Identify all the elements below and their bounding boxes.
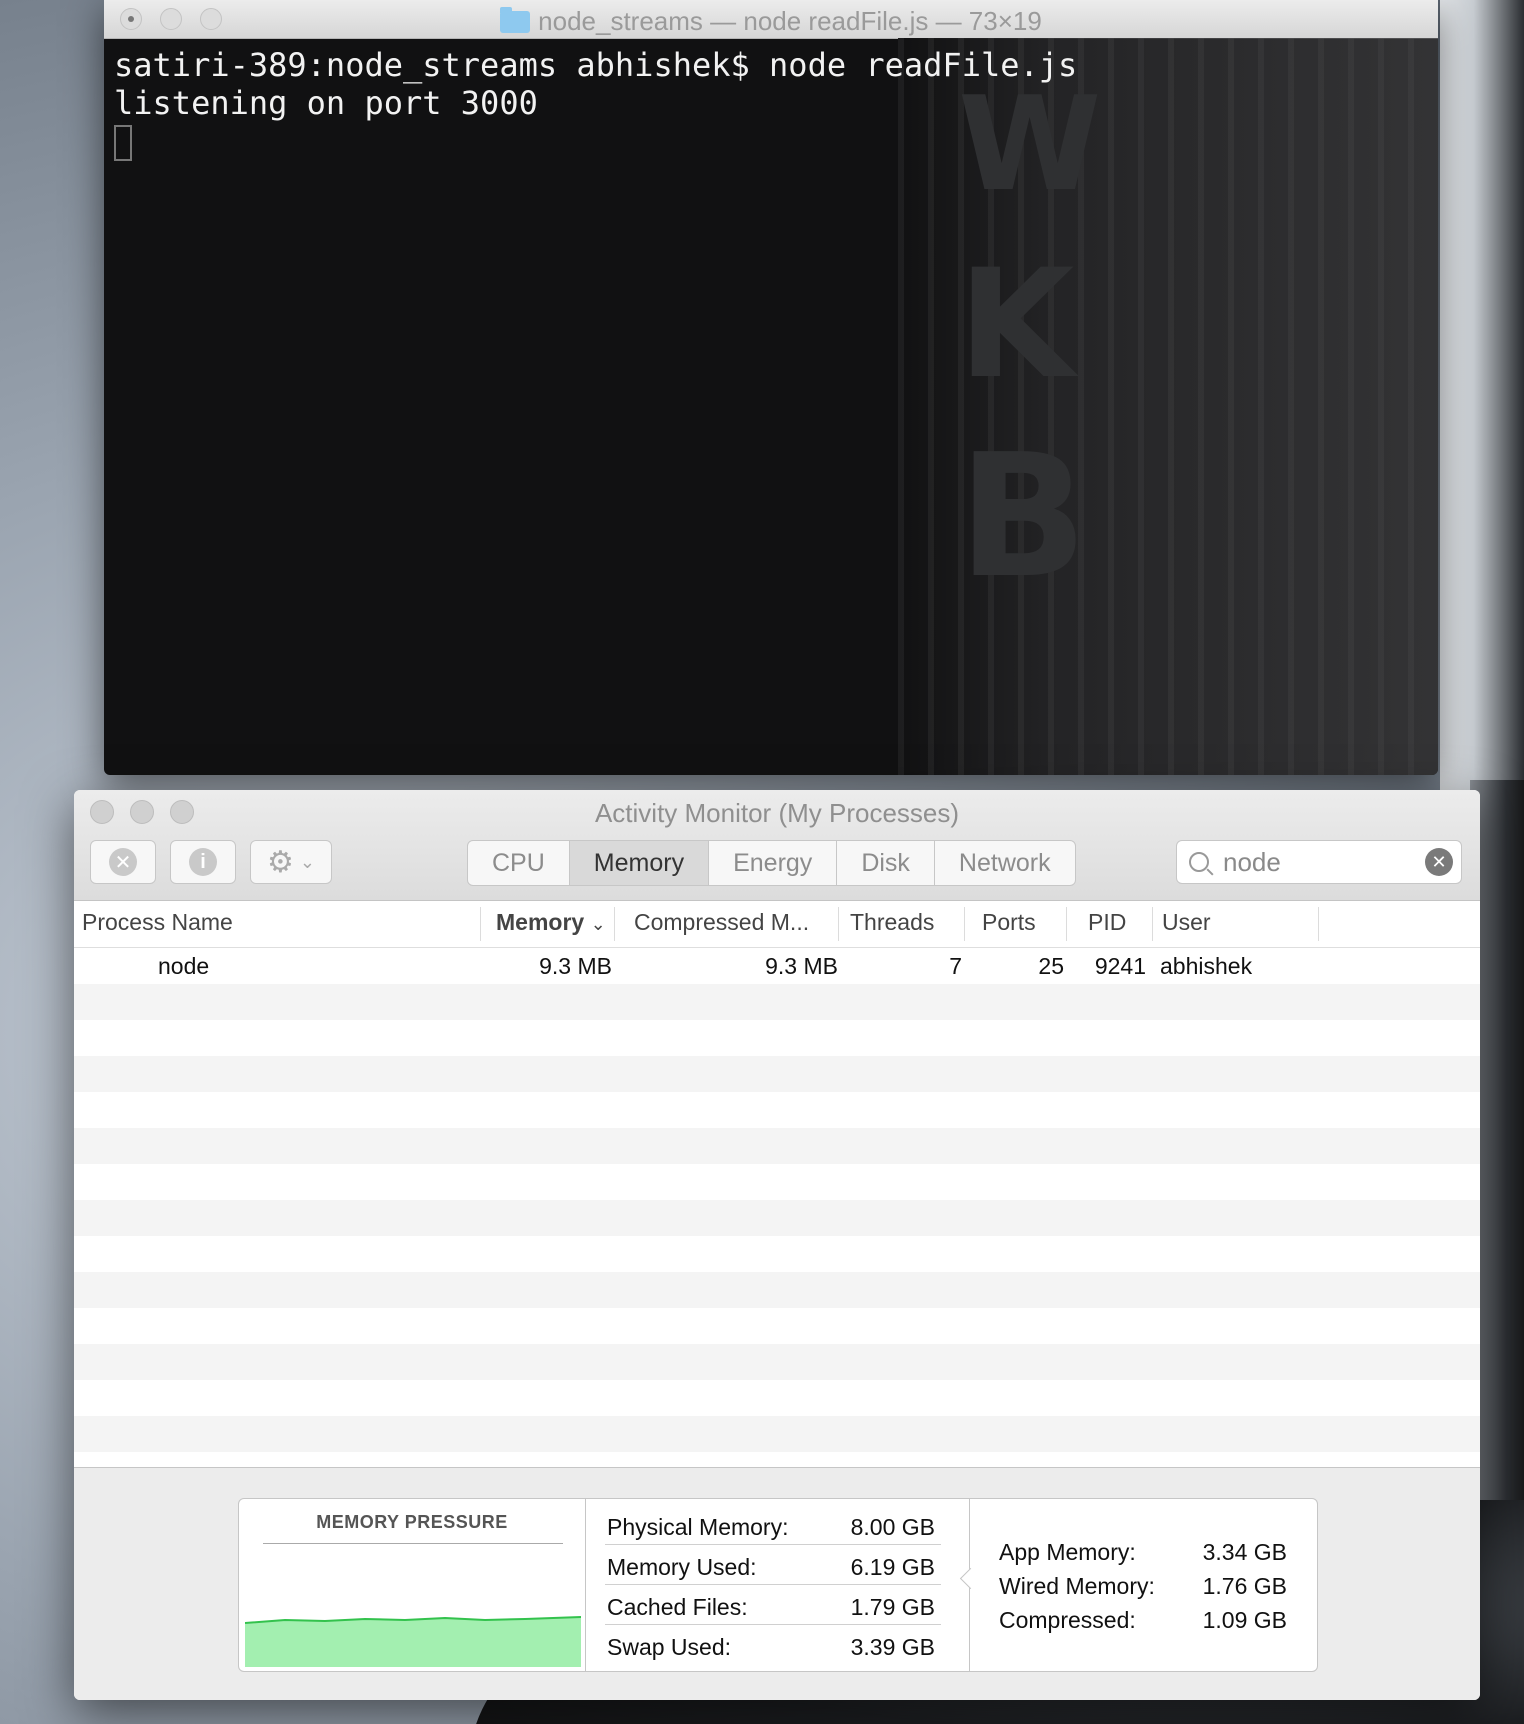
- tab-memory[interactable]: Memory: [569, 841, 710, 885]
- memory-summary-area: MEMORY PRESSURE Physical Memory: 8.00 GB…: [74, 1467, 1480, 1700]
- gear-icon: ⚙: [267, 845, 294, 879]
- stat-label: Compressed:: [999, 1607, 1136, 1633]
- column-threads[interactable]: Threads: [850, 909, 934, 936]
- column-pid[interactable]: PID: [1088, 909, 1126, 936]
- threads-cell: 7: [949, 953, 962, 979]
- tab-bar[interactable]: CPU Memory Energy Disk Network: [467, 840, 1076, 886]
- sort-descending-icon: ⌄: [590, 914, 606, 934]
- memory-pressure-title: MEMORY PRESSURE: [316, 1512, 508, 1532]
- stat-app-memory: App Memory: 3.34 GB: [999, 1535, 1287, 1569]
- info-icon: i: [189, 848, 217, 876]
- stat-label: Swap Used:: [607, 1634, 732, 1660]
- stat-memory-used: Memory Used: 6.19 GB: [605, 1545, 941, 1585]
- search-field[interactable]: node ✕: [1176, 840, 1462, 884]
- table-row: [74, 1344, 1480, 1380]
- terminal-title: node_streams — node readFile.js — 73×19: [104, 6, 1438, 37]
- terminal-output[interactable]: satiri-389:node_streams abhishek$ node r…: [104, 38, 1438, 775]
- column-compressed-memory[interactable]: Compressed M...: [634, 909, 809, 936]
- stat-value: 6.19 GB: [850, 1554, 935, 1580]
- stat-label: Wired Memory:: [999, 1573, 1155, 1599]
- column-process-name[interactable]: Process Name: [82, 909, 233, 936]
- stat-value: 3.34 GB: [1202, 1539, 1287, 1565]
- table-row: [74, 1092, 1480, 1128]
- memory-summary-panel: MEMORY PRESSURE Physical Memory: 8.00 GB…: [238, 1498, 1318, 1672]
- column-memory[interactable]: Memory ⌄: [496, 909, 606, 936]
- table-row: [74, 1416, 1480, 1452]
- clear-search-icon[interactable]: ✕: [1425, 848, 1453, 876]
- tab-energy[interactable]: Energy: [709, 841, 838, 885]
- am-title: Activity Monitor (My Processes): [594, 798, 960, 828]
- table-header: Process Name Memory ⌄ Compressed M... Th…: [74, 901, 1480, 948]
- stat-label: Memory Used:: [607, 1554, 757, 1580]
- stat-label: App Memory:: [999, 1539, 1136, 1565]
- search-icon: [1189, 852, 1209, 872]
- column-user[interactable]: User: [1162, 909, 1211, 936]
- table-row: [74, 984, 1480, 1020]
- terminal-window[interactable]: node_streams — node readFile.js — 73×19 …: [104, 0, 1438, 775]
- terminal-title-text: node_streams — node readFile.js — 73×19: [538, 6, 1042, 36]
- tab-cpu[interactable]: CPU: [468, 841, 570, 885]
- process-name-cell: node: [158, 953, 210, 979]
- terminal-line-1: satiri-389:node_streams abhishek$ node r…: [114, 46, 1078, 84]
- stat-label: Cached Files:: [607, 1594, 748, 1620]
- table-row: [74, 1272, 1480, 1308]
- table-row: [74, 1308, 1480, 1344]
- memory-pressure-box: MEMORY PRESSURE: [239, 1499, 586, 1671]
- stop-process-button[interactable]: ✕: [90, 840, 156, 884]
- action-menu-button[interactable]: ⚙ ⌄: [250, 840, 332, 884]
- folder-icon: [500, 7, 531, 33]
- tab-network[interactable]: Network: [935, 841, 1075, 885]
- compressed-cell: 9.3 MB: [765, 953, 838, 979]
- activity-monitor-window[interactable]: Activity Monitor (My Processes) ✕ i ⚙ ⌄ …: [74, 790, 1480, 1700]
- tab-disk[interactable]: Disk: [837, 841, 935, 885]
- table-row: [74, 1056, 1480, 1092]
- process-table[interactable]: node 9.3 MB 9.3 MB 7 25 9241 abhishek: [74, 948, 1480, 1478]
- table-row: [74, 1128, 1480, 1164]
- stat-label: Physical Memory:: [607, 1514, 789, 1540]
- ports-cell: 25: [1038, 953, 1064, 979]
- stat-wired-memory: Wired Memory: 1.76 GB: [999, 1569, 1287, 1603]
- table-row: [74, 1020, 1480, 1056]
- column-memory-label: Memory: [496, 909, 585, 935]
- memory-pressure-graph: [245, 1616, 581, 1667]
- table-row[interactable]: node 9.3 MB 9.3 MB 7 25 9241 abhishek: [74, 948, 1480, 984]
- stop-icon: ✕: [109, 848, 137, 876]
- table-row: [74, 1236, 1480, 1272]
- stat-value: 8.00 GB: [850, 1514, 935, 1540]
- stat-physical-memory: Physical Memory: 8.00 GB: [605, 1505, 941, 1545]
- search-input[interactable]: node: [1223, 847, 1425, 878]
- memory-cell: 9.3 MB: [539, 953, 612, 979]
- user-cell: abhishek: [1160, 953, 1253, 979]
- stat-compressed: Compressed: 1.09 GB: [999, 1603, 1287, 1637]
- memory-stats-middle: Physical Memory: 8.00 GB Memory Used: 6.…: [585, 1499, 970, 1671]
- table-row: [74, 1380, 1480, 1416]
- terminal-line-2: listening on port 3000: [114, 84, 538, 122]
- chevron-down-icon: ⌄: [299, 851, 315, 872]
- stat-cached-files: Cached Files: 1.79 GB: [605, 1585, 941, 1625]
- am-toolbar[interactable]: Activity Monitor (My Processes) ✕ i ⚙ ⌄ …: [74, 790, 1480, 901]
- column-ports[interactable]: Ports: [982, 909, 1036, 936]
- inspect-process-button[interactable]: i: [170, 840, 236, 884]
- stat-value: 3.39 GB: [850, 1634, 935, 1660]
- table-row: [74, 1164, 1480, 1200]
- terminal-cursor: [114, 125, 132, 161]
- stat-value: 1.79 GB: [850, 1594, 935, 1620]
- terminal-titlebar[interactable]: node_streams — node readFile.js — 73×19: [104, 0, 1438, 39]
- table-row: [74, 1200, 1480, 1236]
- stat-swap-used: Swap Used: 3.39 GB: [605, 1625, 941, 1665]
- stat-value: 1.76 GB: [1202, 1573, 1287, 1599]
- stat-value: 1.09 GB: [1202, 1607, 1287, 1633]
- pid-cell: 9241: [1094, 953, 1146, 979]
- memory-stats-right: App Memory: 3.34 GB Wired Memory: 1.76 G…: [969, 1499, 1317, 1671]
